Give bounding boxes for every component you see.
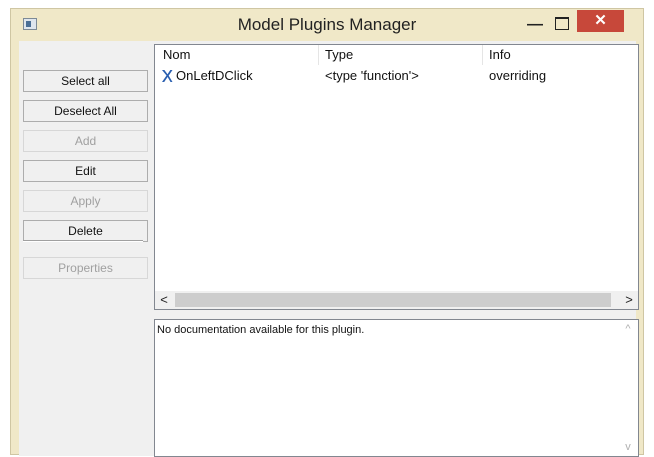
close-button[interactable]: ✕ bbox=[577, 10, 624, 32]
title-bar[interactable]: Model Plugins Manager — ✕ bbox=[11, 9, 643, 41]
maximize-button[interactable] bbox=[549, 13, 575, 37]
plugins-manager-window: Model Plugins Manager — ✕ Select all Des… bbox=[10, 8, 644, 457]
column-divider[interactable] bbox=[482, 45, 483, 65]
horizontal-scrollbar[interactable]: < > bbox=[155, 291, 638, 309]
list-row[interactable]: OnLeftDClick <type 'function'> overridin… bbox=[155, 66, 638, 86]
row-type: <type 'function'> bbox=[325, 68, 419, 83]
delete-button[interactable]: Delete bbox=[23, 220, 148, 242]
plugin-list[interactable]: Nom Type Info OnLeftDClick <type 'functi… bbox=[154, 44, 639, 310]
maximize-icon bbox=[555, 17, 569, 30]
properties-button[interactable]: Properties bbox=[23, 257, 148, 279]
scroll-up-arrow[interactable]: ^ bbox=[621, 322, 635, 336]
add-button[interactable]: Add bbox=[23, 130, 148, 152]
documentation-panel[interactable]: No documentation available for this plug… bbox=[154, 319, 639, 457]
minimize-button[interactable]: — bbox=[522, 13, 548, 37]
scroll-thumb[interactable] bbox=[175, 293, 611, 307]
select-all-button[interactable]: Select all bbox=[23, 70, 148, 92]
row-info: overriding bbox=[489, 68, 547, 83]
blue-x-icon bbox=[162, 70, 173, 82]
row-nom: OnLeftDClick bbox=[176, 68, 253, 83]
edit-button[interactable]: Edit bbox=[23, 160, 148, 182]
documentation-text: No documentation available for this plug… bbox=[157, 324, 365, 336]
button-separator bbox=[23, 240, 143, 242]
column-header-type[interactable]: Type bbox=[325, 45, 353, 65]
scroll-right-arrow[interactable]: > bbox=[620, 291, 638, 309]
scroll-down-arrow[interactable]: v bbox=[621, 440, 635, 454]
apply-button[interactable]: Apply bbox=[23, 190, 148, 212]
column-divider[interactable] bbox=[318, 45, 319, 65]
column-header-info[interactable]: Info bbox=[489, 45, 511, 65]
scroll-left-arrow[interactable]: < bbox=[155, 291, 173, 309]
deselect-all-button[interactable]: Deselect All bbox=[23, 100, 148, 122]
column-header-nom[interactable]: Nom bbox=[163, 45, 190, 65]
client-area: Select all Deselect All Add Edit Apply D… bbox=[19, 41, 639, 457]
